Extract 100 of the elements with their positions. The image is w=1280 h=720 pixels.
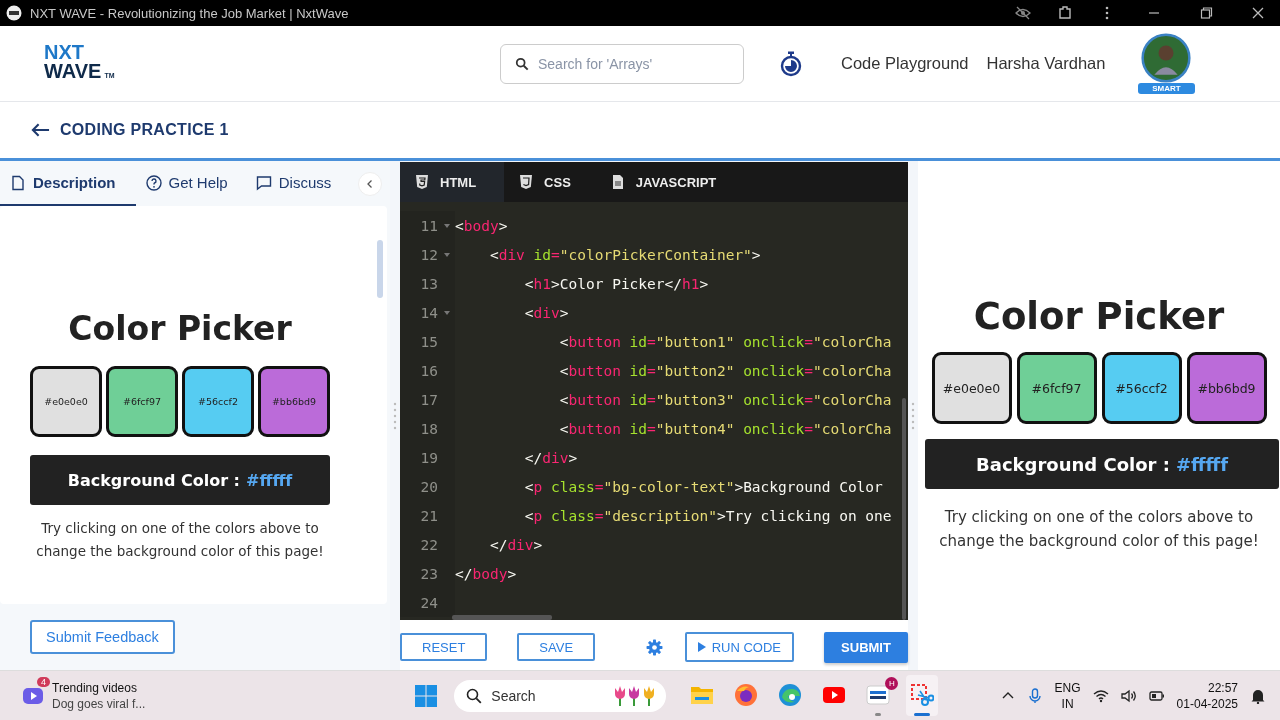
- widget-title[interactable]: Trending videos: [52, 679, 146, 696]
- taskbar-search-field[interactable]: Search: [454, 679, 667, 712]
- color-swatch[interactable]: #bb6bd9: [258, 366, 330, 437]
- line-number: 13: [420, 275, 438, 292]
- color-swatch[interactable]: #e0e0e0: [931, 352, 1012, 424]
- tab[interactable]: Discuss: [245, 161, 350, 206]
- search-field[interactable]: Search for 'Arrays': [500, 43, 744, 84]
- submit-button[interactable]: SUBMIT: [824, 631, 908, 663]
- code-line: <div>: [523, 304, 569, 321]
- code-line: </div>: [488, 536, 543, 553]
- code-line: <h1>Color Picker</h1>: [523, 275, 709, 292]
- site-icon: [6, 5, 22, 21]
- editor-tab[interactable]: HTML: [400, 162, 505, 202]
- color-swatch[interactable]: #6fcf97: [1016, 352, 1097, 424]
- notification-icon[interactable]: [1250, 687, 1266, 704]
- window-title: NXT WAVE - Revolutionizing the Job Market | NxtWave: [30, 5, 349, 21]
- line-number: 21: [420, 507, 438, 524]
- line-number: 12: [420, 246, 438, 263]
- fold-arrow-icon[interactable]: [443, 310, 450, 315]
- line-number: 23: [420, 565, 438, 582]
- vertical-scrollbar[interactable]: [902, 398, 906, 620]
- tab[interactable]: Get Help: [135, 161, 246, 206]
- horizontal-scrollbar[interactable]: [452, 615, 552, 620]
- code-line: </div>: [523, 449, 578, 466]
- code-line: </body>: [455, 565, 517, 582]
- line-number: 24: [420, 594, 438, 611]
- editor-tab[interactable]: JAVASCRIPT: [595, 162, 742, 202]
- restore-icon[interactable]: [1198, 5, 1214, 21]
- background-color-value: #fffff: [1175, 453, 1228, 475]
- close-icon[interactable]: [1250, 5, 1266, 21]
- css3-icon: [518, 174, 535, 190]
- badge: SMART: [1138, 83, 1195, 94]
- save-button[interactable]: SAVE: [517, 633, 596, 661]
- scissors-icon[interactable]: [910, 683, 935, 707]
- color-swatch[interactable]: #e0e0e0: [30, 366, 102, 437]
- line-number: 16: [420, 362, 438, 379]
- color-swatch[interactable]: #56ccf2: [182, 366, 254, 437]
- code-line: <button id="button4" onclick="colorCha: [558, 420, 892, 437]
- stopwatch-icon[interactable]: [779, 50, 803, 77]
- browser-icon[interactable]: [734, 683, 759, 707]
- background-color-label: Background Color :: [976, 453, 1170, 475]
- code-line: <button id="button3" onclick="colorCha: [558, 391, 892, 408]
- resize-handle-icon[interactable]: [911, 400, 915, 431]
- line-number: 22: [420, 536, 438, 553]
- line-number: 17: [420, 391, 438, 408]
- reset-button[interactable]: RESET: [400, 633, 488, 661]
- microphone-icon[interactable]: [1026, 687, 1043, 704]
- back-arrow-icon[interactable]: [31, 122, 50, 138]
- clock[interactable]: 22:57 01-04-2025: [1176, 679, 1238, 712]
- code-playground-link[interactable]: Code Playground: [841, 54, 969, 73]
- comment-icon: [255, 174, 272, 191]
- html5-icon: [414, 174, 430, 190]
- code-line: <div id="colorPickerContainer">: [488, 246, 761, 263]
- code-line: <p class="description">Try clicking on one: [523, 507, 892, 524]
- start-icon[interactable]: [414, 683, 439, 708]
- language-indicator[interactable]: ENG IN: [1054, 679, 1081, 712]
- speaker-icon[interactable]: [1120, 687, 1137, 704]
- instruction-text: Try clicking on one of the colors above to change the background color of this page!: [938, 507, 1260, 552]
- user-name[interactable]: Harsha Vardhan: [986, 54, 1106, 73]
- fold-arrow-icon[interactable]: [443, 252, 450, 257]
- taskbar-app[interactable]: [906, 675, 939, 716]
- app-icon[interactable]: [866, 683, 891, 707]
- instruction-text: Try clicking on one of the colors above to change the background color of this page!: [35, 519, 325, 561]
- document-icon: [10, 174, 26, 191]
- notification-badge: 4: [37, 676, 50, 687]
- color-swatch[interactable]: #6fcf97: [106, 366, 178, 437]
- line-number: 11: [420, 217, 438, 234]
- fold-arrow-icon[interactable]: [443, 223, 450, 228]
- search-icon: [515, 56, 529, 71]
- wifi-icon[interactable]: [1092, 687, 1109, 704]
- chevron-left-icon: [365, 178, 375, 189]
- avatar[interactable]: [1141, 33, 1192, 83]
- settings-icon[interactable]: [645, 638, 663, 656]
- line-number: 18: [420, 420, 438, 437]
- scrollbar[interactable]: [377, 240, 383, 298]
- submit-feedback-button[interactable]: Submit Feedback: [30, 620, 175, 654]
- editor-tab[interactable]: CSS: [504, 162, 596, 202]
- color-swatch[interactable]: #bb6bd9: [1186, 352, 1267, 424]
- resize-handle-icon[interactable]: [393, 400, 397, 431]
- preview-heading: Color Picker: [973, 295, 1225, 338]
- browser-icon[interactable]: [778, 683, 803, 707]
- code-line: <body>: [455, 217, 508, 234]
- code-line: <p class="bg-color-text">Background Color: [523, 478, 883, 495]
- color-swatch[interactable]: #56ccf2: [1101, 352, 1182, 424]
- extensions-icon[interactable]: [1057, 5, 1073, 21]
- line-number: 14: [420, 304, 438, 321]
- code-line: <button id="button2" onclick="colorCha: [558, 362, 892, 379]
- play-icon: [697, 642, 706, 652]
- profile-badge: H: [885, 677, 899, 690]
- background-color-value: #fffff: [246, 470, 293, 490]
- eye-off-icon[interactable]: [1015, 5, 1031, 21]
- run-code-button[interactable]: RUN CODE: [684, 632, 794, 662]
- line-number: 19: [420, 449, 438, 466]
- line-number: 15: [420, 333, 438, 350]
- page-title: CODING PRACTICE 1: [60, 121, 229, 139]
- search-icon: [466, 687, 483, 704]
- widget-subtitle: Dog goes viral f...: [52, 695, 146, 712]
- preview-heading: Color Picker: [68, 309, 292, 348]
- background-color-label: Background Color :: [67, 470, 240, 490]
- help-icon: [145, 174, 162, 191]
